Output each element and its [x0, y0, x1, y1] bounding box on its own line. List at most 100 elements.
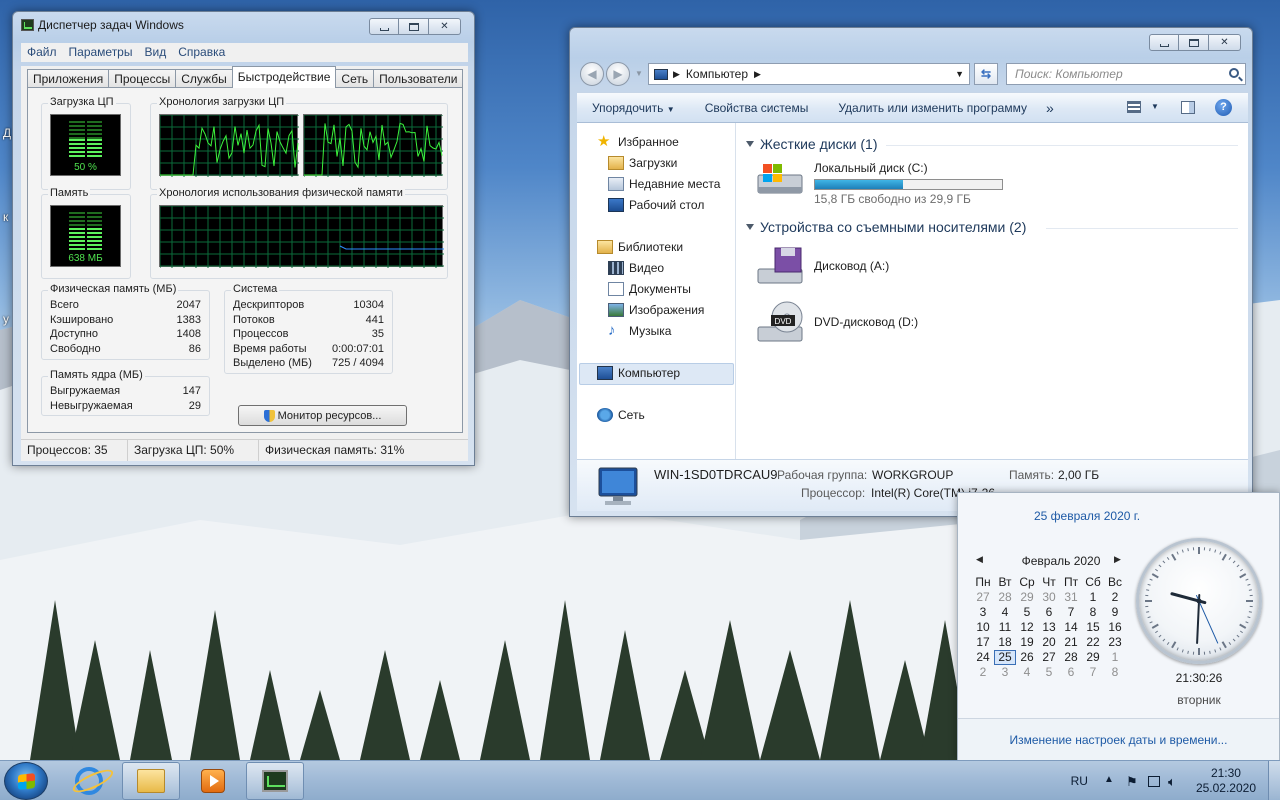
sidebar-item-favorites[interactable]: ★ Избранное: [597, 134, 679, 149]
calendar-day[interactable]: 1: [1104, 650, 1126, 665]
breadcrumb-chevron-icon[interactable]: ▶: [673, 69, 680, 80]
breadcrumb-chevron-icon[interactable]: ▶: [754, 69, 761, 80]
explorer-window[interactable]: ✕ ◀ ▶ ▼ ▶ Компьютер ▶ ▼ ⇆ Поиск: Компьют…: [569, 27, 1253, 517]
sidebar-item-music[interactable]: ♪ Музыка: [608, 323, 671, 338]
tab-processes[interactable]: Процессы: [108, 69, 177, 88]
sidebar-item-documents[interactable]: Документы: [608, 282, 691, 296]
calendar-day[interactable]: 29: [1016, 590, 1038, 605]
calendar-day[interactable]: 3: [994, 665, 1016, 680]
full-date-link[interactable]: 25 февраля 2020 г.: [958, 509, 1216, 523]
calendar-day[interactable]: 18: [994, 635, 1016, 650]
calendar-day[interactable]: 23: [1104, 635, 1126, 650]
sidebar-item-network[interactable]: Сеть: [597, 408, 645, 422]
help-icon[interactable]: ?: [1215, 99, 1232, 116]
view-options-icon[interactable]: [1127, 101, 1141, 113]
calendar-day[interactable]: 6: [1060, 665, 1082, 680]
organize-button[interactable]: Упорядочить ▼: [577, 101, 690, 115]
taskbar-media-player[interactable]: [184, 762, 242, 800]
calendar-day[interactable]: 4: [994, 605, 1016, 620]
breadcrumb-computer[interactable]: Компьютер: [686, 67, 748, 81]
calendar-day[interactable]: 28: [1060, 650, 1082, 665]
calendar-day[interactable]: 10: [972, 620, 994, 635]
task-manager-titlebar[interactable]: Диспетчер задач Windows: [21, 18, 184, 32]
tab-services[interactable]: Службы: [175, 69, 233, 88]
calendar-day[interactable]: 22: [1082, 635, 1104, 650]
next-month-icon[interactable]: ▶: [1114, 554, 1121, 565]
change-date-time-settings-link[interactable]: Изменение настроек даты и времени...: [958, 733, 1279, 747]
network-tray-icon[interactable]: [1147, 775, 1160, 787]
menu-file[interactable]: Файл: [21, 43, 63, 62]
hard-disks-group-header[interactable]: Жесткие диски (1): [746, 136, 878, 152]
calendar-day[interactable]: 27: [972, 590, 994, 605]
maximize-button[interactable]: [1179, 34, 1209, 51]
back-button[interactable]: ◀: [580, 62, 604, 86]
calendar-day[interactable]: 1: [1082, 590, 1104, 605]
sidebar-item-pictures[interactable]: Изображения: [608, 303, 704, 317]
action-center-flag-icon[interactable]: ⚑: [1126, 774, 1140, 789]
calendar-day[interactable]: 12: [1016, 620, 1038, 635]
task-manager-window[interactable]: Диспетчер задач Windows ✕ Файл Параметры…: [12, 11, 475, 466]
calendar-day[interactable]: 28: [994, 590, 1016, 605]
calendar-day[interactable]: 17: [972, 635, 994, 650]
sidebar-item-video[interactable]: Видео: [608, 261, 664, 275]
calendar-day[interactable]: 7: [1082, 665, 1104, 680]
sidebar-item-computer[interactable]: Компьютер: [597, 366, 680, 380]
start-button[interactable]: [4, 762, 48, 800]
forward-button[interactable]: ▶: [606, 62, 630, 86]
calendar-day[interactable]: 5: [1016, 605, 1038, 620]
calendar-day[interactable]: 15: [1082, 620, 1104, 635]
refresh-button[interactable]: ⇆: [974, 63, 998, 85]
calendar-day[interactable]: 2: [972, 665, 994, 680]
tray-clock[interactable]: 21:30 25.02.2020: [1196, 766, 1256, 796]
calendar-day[interactable]: 2: [1104, 590, 1126, 605]
calendar-day[interactable]: 29: [1082, 650, 1104, 665]
sidebar-item-libraries[interactable]: Библиотеки: [597, 240, 683, 254]
sidebar-item-desktop[interactable]: Рабочий стол: [608, 198, 704, 212]
view-chevron-icon[interactable]: ▼: [1151, 102, 1159, 111]
calendar-day[interactable]: 30: [1038, 590, 1060, 605]
calendar-day[interactable]: 9: [1104, 605, 1126, 620]
tab-applications[interactable]: Приложения: [27, 69, 110, 88]
calendar-day[interactable]: 4: [1016, 665, 1038, 680]
calendar-day[interactable]: 8: [1104, 665, 1126, 680]
close-button[interactable]: ✕: [429, 18, 461, 35]
address-bar[interactable]: ▶ Компьютер ▶ ▼: [648, 63, 970, 85]
calendar-day[interactable]: 14: [1060, 620, 1082, 635]
calendar-day[interactable]: 5: [1038, 665, 1060, 680]
removable-group-header[interactable]: Устройства со съемными носителями (2): [746, 219, 1026, 235]
calendar-day[interactable]: 26: [1016, 650, 1038, 665]
preview-pane-icon[interactable]: [1181, 101, 1195, 114]
menu-view[interactable]: Вид: [138, 43, 172, 62]
sidebar-item-downloads[interactable]: Загрузки: [608, 156, 677, 170]
tab-performance[interactable]: Быстродействие: [231, 66, 337, 88]
address-dropdown-icon[interactable]: ▼: [955, 69, 964, 79]
calendar-day[interactable]: 7: [1060, 605, 1082, 620]
calendar-day[interactable]: 16: [1104, 620, 1126, 635]
resource-monitor-button[interactable]: Монитор ресурсов...: [238, 405, 407, 426]
calendar-day[interactable]: 31: [1060, 590, 1082, 605]
calendar-day[interactable]: 21: [1060, 635, 1082, 650]
calendar-day-today[interactable]: 25: [994, 650, 1016, 665]
calendar-month-title[interactable]: Февраль 2020: [972, 554, 1150, 568]
calendar-day[interactable]: 8: [1082, 605, 1104, 620]
menu-help[interactable]: Справка: [172, 43, 231, 62]
tab-users[interactable]: Пользователи: [373, 69, 464, 88]
calendar-day[interactable]: 11: [994, 620, 1016, 635]
close-button[interactable]: ✕: [1209, 34, 1241, 51]
input-language[interactable]: RU: [1071, 774, 1088, 788]
dvd-drive-d[interactable]: DVD DVD-дисковод (D:): [755, 299, 918, 345]
system-properties-button[interactable]: Свойства системы: [690, 101, 824, 115]
minimize-button[interactable]: [1149, 34, 1179, 51]
calendar-day[interactable]: 27: [1038, 650, 1060, 665]
volume-icon[interactable]: 🔈︎: [1168, 774, 1182, 789]
recent-pages-chevron-icon[interactable]: ▼: [635, 69, 643, 78]
calendar-day[interactable]: 20: [1038, 635, 1060, 650]
uninstall-program-button[interactable]: Удалить или изменить программу: [823, 101, 1042, 115]
calendar-day[interactable]: 6: [1038, 605, 1060, 620]
taskbar-internet-explorer[interactable]: [60, 762, 118, 800]
show-desktop-button[interactable]: [1268, 761, 1280, 800]
taskbar-explorer[interactable]: [122, 762, 180, 800]
sidebar-item-recent-places[interactable]: Недавние места: [608, 177, 720, 191]
more-commands-button[interactable]: »: [1042, 100, 1058, 116]
floppy-drive-a[interactable]: Дисковод (A:): [755, 245, 889, 287]
